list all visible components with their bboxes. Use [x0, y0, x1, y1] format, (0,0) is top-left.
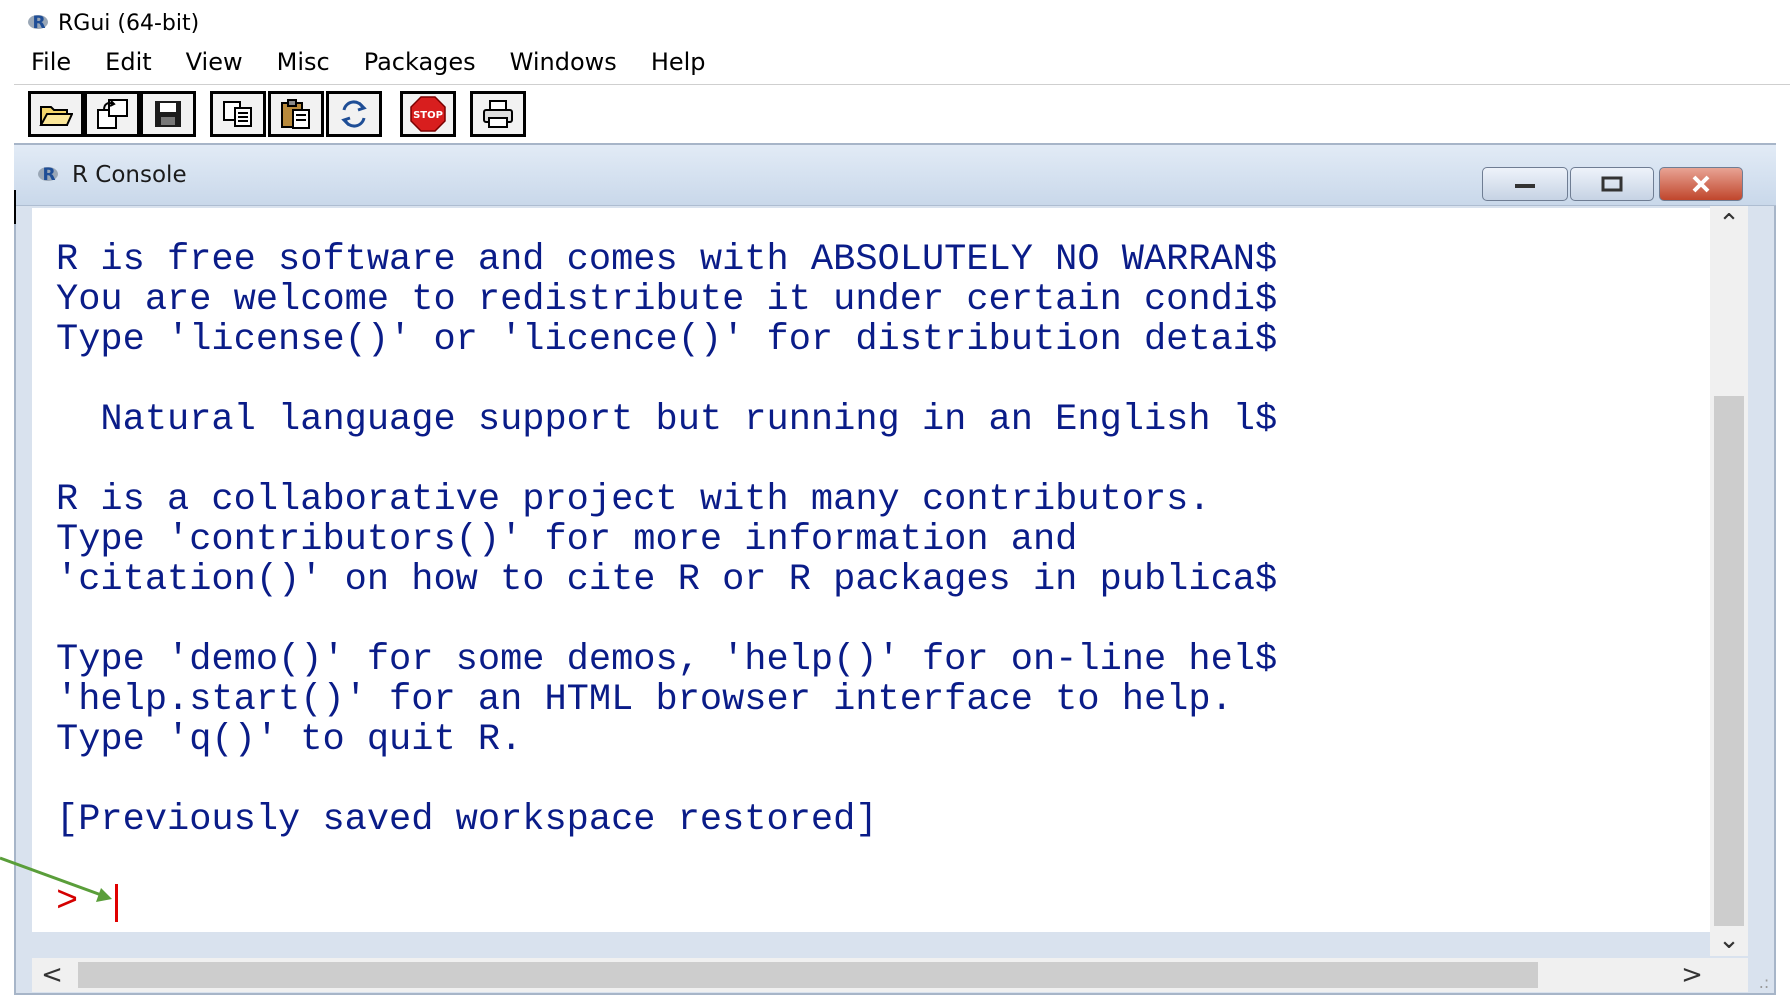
menu-edit[interactable]: Edit	[88, 48, 168, 76]
vertical-scrollbar[interactable]: ⌃ ⌄	[1710, 206, 1748, 956]
save-workspace-button[interactable]	[140, 91, 196, 137]
horizontal-scroll-thumb[interactable]	[78, 962, 1538, 988]
console-title: R Console	[72, 162, 187, 188]
copy-and-paste-button[interactable]	[326, 91, 382, 137]
load-workspace-button[interactable]	[84, 91, 140, 137]
minimize-button[interactable]	[1482, 167, 1568, 201]
stop-icon: STOP	[410, 96, 446, 132]
vertical-scroll-thumb[interactable]	[1714, 396, 1744, 926]
console-output-text: R is free software and comes with ABSOLU…	[56, 239, 1278, 841]
paste-icon	[281, 99, 310, 129]
paste-button[interactable]	[268, 91, 324, 137]
menu-file[interactable]: File	[14, 48, 88, 76]
menu-view[interactable]: View	[169, 48, 260, 76]
toolbar: STOP	[14, 84, 1790, 143]
app-title: RGui (64-bit)	[58, 10, 200, 36]
open-script-button[interactable]	[28, 91, 84, 137]
scroll-left-icon[interactable]: <	[32, 958, 72, 992]
copy-paste-icon	[341, 100, 367, 128]
menu-misc[interactable]: Misc	[260, 48, 347, 76]
scroll-down-icon[interactable]: ⌄	[1710, 922, 1748, 958]
input-cursor[interactable]	[115, 884, 118, 922]
copy-icon	[223, 101, 252, 127]
load-workspace-icon	[97, 99, 128, 129]
resize-grip-icon[interactable]: .:	[1748, 958, 1780, 992]
scroll-up-icon[interactable]: ⌃	[1710, 206, 1748, 242]
open-folder-icon	[39, 106, 73, 126]
menu-windows[interactable]: Windows	[493, 48, 634, 76]
scroll-right-icon[interactable]: >	[1672, 958, 1712, 992]
console-top-caret	[14, 190, 16, 224]
app-title-bar: R RGui (64-bit)	[28, 6, 199, 40]
menu-bar: File Edit View Misc Packages Windows Hel…	[14, 42, 723, 82]
maximize-icon	[1601, 176, 1623, 192]
stop-computation-button[interactable]: STOP	[400, 91, 456, 137]
menu-help[interactable]: Help	[634, 48, 723, 76]
print-button[interactable]	[470, 91, 526, 137]
menu-packages[interactable]: Packages	[347, 48, 493, 76]
stop-label: STOP	[413, 110, 443, 121]
maximize-button[interactable]	[1570, 167, 1654, 201]
minimize-icon	[1515, 184, 1535, 188]
console-prompt: >	[56, 881, 79, 923]
print-icon	[483, 100, 513, 128]
close-icon	[1692, 175, 1710, 193]
r-logo-icon: R	[28, 13, 50, 33]
copy-button[interactable]	[210, 91, 266, 137]
close-button[interactable]	[1659, 167, 1743, 201]
r-console-logo-icon: R	[38, 165, 60, 185]
save-icon	[155, 101, 181, 127]
horizontal-scrollbar[interactable]: < > .:	[32, 958, 1769, 992]
